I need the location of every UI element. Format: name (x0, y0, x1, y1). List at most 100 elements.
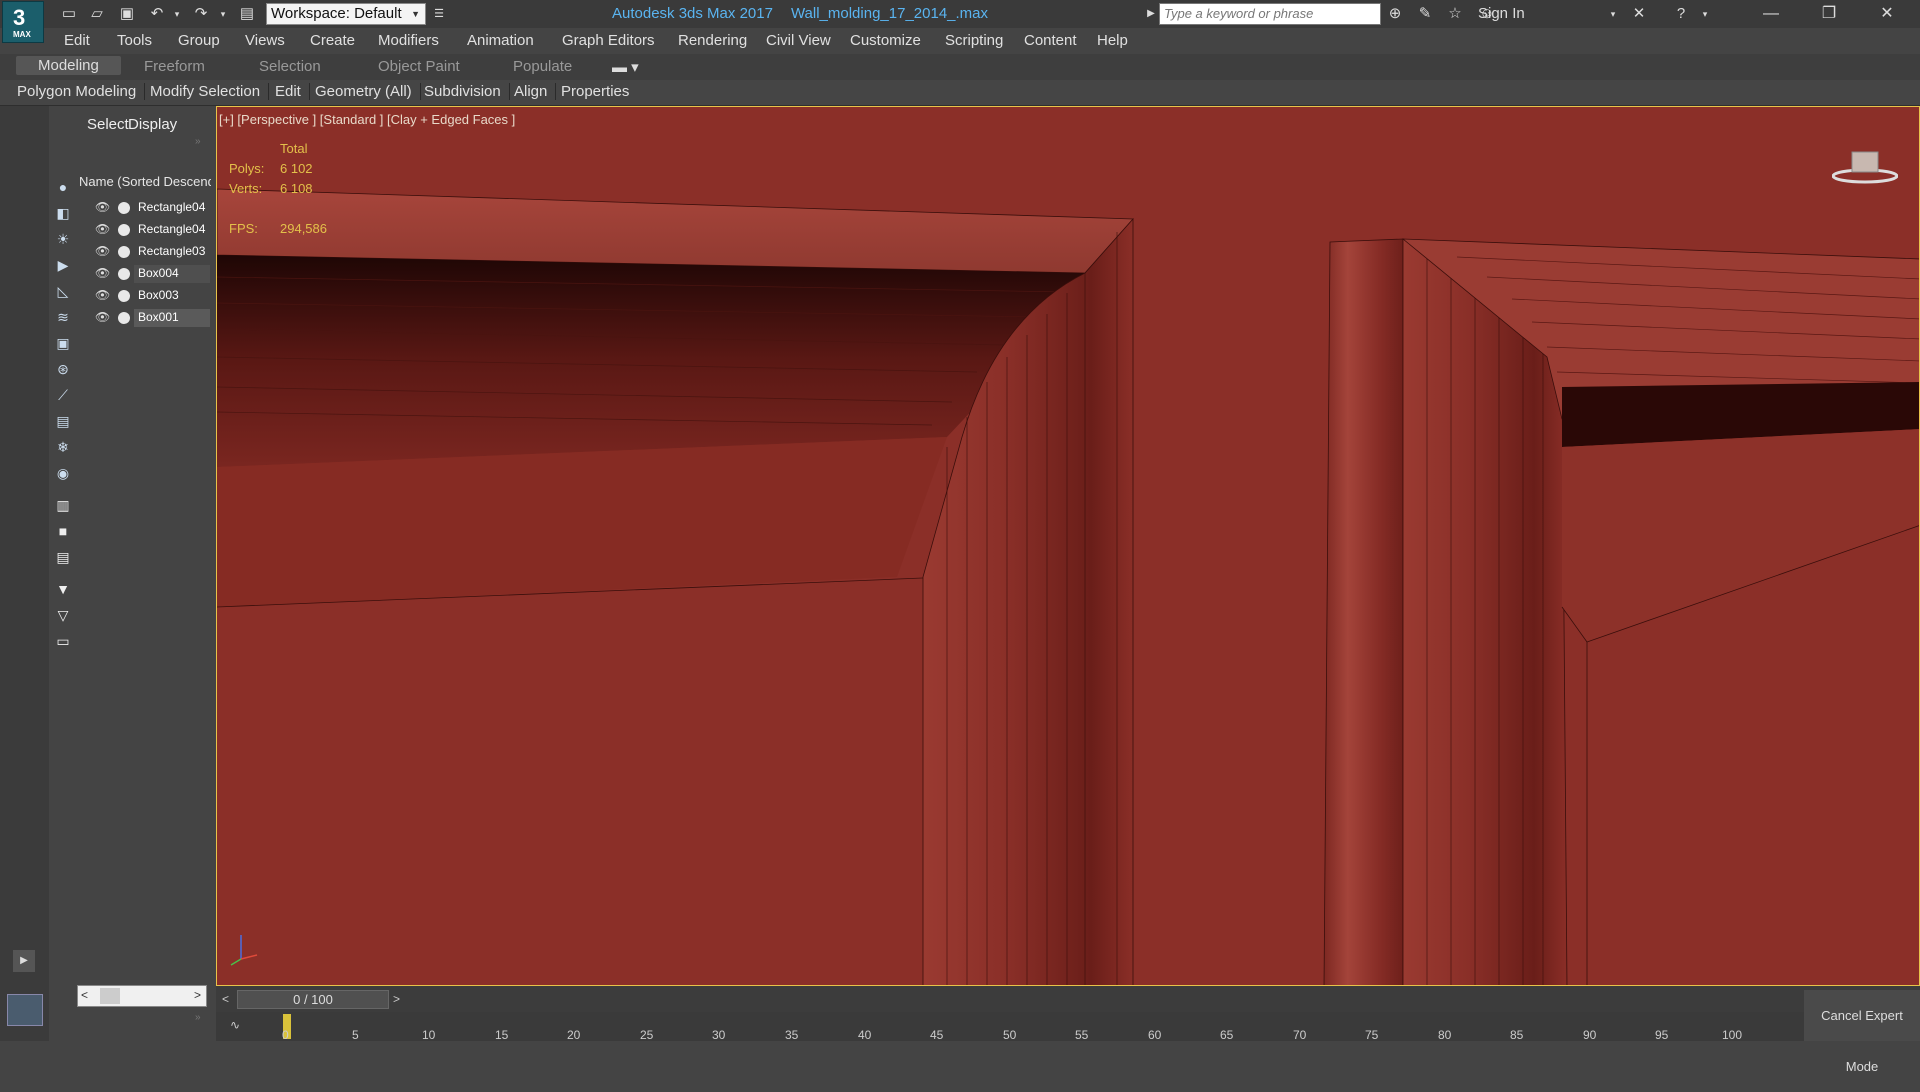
undo-dropdown-icon[interactable]: ▾ (166, 4, 188, 24)
menu-content[interactable]: Content (1024, 32, 1077, 49)
panel-edit[interactable]: Edit (275, 83, 310, 100)
freeze-toggle-icon[interactable] (118, 202, 130, 214)
quick-access-customize-icon[interactable]: ☰ (428, 4, 450, 24)
list-item[interactable]: 👁 Rectangle04 (77, 220, 209, 240)
display-all-icon[interactable]: ▥ (54, 496, 72, 514)
list-item[interactable]: 👁 Rectangle04 (77, 198, 209, 218)
collapse-arrows-icon[interactable]: » (195, 1012, 201, 1023)
lights-filter-icon[interactable]: ☀ (54, 230, 72, 248)
eye-icon[interactable]: 👁 (95, 222, 111, 236)
freeze-toggle-icon[interactable] (118, 224, 130, 236)
mini-listener[interactable] (0, 986, 49, 1041)
tab-object-paint[interactable]: Object Paint (378, 58, 460, 75)
tab-display[interactable]: Display (128, 116, 177, 133)
tab-freeform[interactable]: Freeform (144, 58, 205, 75)
filter-options-icon[interactable]: ▼ (54, 580, 72, 598)
display-none-icon[interactable]: ■ (54, 522, 72, 540)
binoculars-icon[interactable]: ⊕ (1384, 4, 1406, 24)
curve-editor-icon[interactable]: ∿ (230, 1018, 240, 1032)
helpers-filter-icon[interactable]: ◺ (54, 282, 72, 300)
freeze-toggle-icon[interactable] (118, 268, 130, 280)
ribbon-options-icon[interactable]: ▬ ▾ (612, 58, 639, 76)
geometry-filter-icon[interactable]: ● (54, 178, 72, 196)
minimize-button[interactable]: — (1742, 0, 1800, 28)
tab-selection[interactable]: Selection (259, 58, 321, 75)
menu-tools[interactable]: Tools (117, 32, 152, 49)
open-file-icon[interactable]: ▱ (86, 4, 108, 24)
scroll-left-icon[interactable]: < (81, 988, 88, 1002)
column-header-name[interactable]: Name (Sorted Descending) (79, 174, 211, 189)
menu-rendering[interactable]: Rendering (678, 32, 747, 49)
menu-create[interactable]: Create (310, 32, 355, 49)
menu-customize[interactable]: Customize (850, 32, 921, 49)
help-dropdown-icon[interactable]: ▾ (1694, 4, 1716, 24)
eye-icon[interactable]: 👁 (95, 310, 111, 324)
panel-geometry-all[interactable]: Geometry (All) (315, 83, 421, 100)
object-name[interactable]: Rectangle04 (134, 221, 210, 239)
menu-help[interactable]: Help (1097, 32, 1128, 49)
eye-icon[interactable]: 👁 (95, 200, 111, 214)
eye-icon[interactable]: 👁 (95, 244, 111, 258)
prev-frame-icon[interactable]: < (222, 992, 229, 1006)
object-name[interactable]: Box001 (134, 309, 210, 327)
next-frame-icon[interactable]: > (393, 992, 400, 1006)
help-icon[interactable]: ? (1670, 4, 1692, 24)
cameras-filter-icon[interactable]: ▶ (54, 256, 72, 274)
eye-icon[interactable]: 👁 (95, 266, 111, 280)
expand-panel-icon[interactable]: ▶ (13, 950, 35, 972)
list-item[interactable]: 👁 Box003 (77, 286, 209, 306)
containers-filter-icon[interactable]: ▤ (54, 412, 72, 430)
redo-icon[interactable]: ↷ (190, 4, 212, 24)
xrefs-filter-icon[interactable]: ⊛ (54, 360, 72, 378)
panel-modify-selection[interactable]: Modify Selection (150, 83, 270, 100)
menu-civil-view[interactable]: Civil View (766, 32, 831, 49)
sign-in-dropdown-icon[interactable]: ▾ (1602, 4, 1624, 24)
invert-display-icon[interactable]: ▤ (54, 548, 72, 566)
menu-animation[interactable]: Animation (467, 32, 534, 49)
panel-align[interactable]: Align (514, 83, 557, 100)
object-name[interactable]: Rectangle03 (134, 243, 210, 261)
object-name[interactable]: Rectangle04 (134, 199, 210, 217)
list-item[interactable]: 👁 Box004 (77, 264, 210, 284)
menu-views[interactable]: Views (245, 32, 285, 49)
favorites-star-icon[interactable]: ☆ (1444, 4, 1466, 24)
restore-button[interactable]: ❐ (1800, 0, 1858, 28)
menu-group[interactable]: Group (178, 32, 220, 49)
close-button[interactable]: ✕ (1858, 0, 1916, 28)
shapes-filter-icon[interactable]: ◧ (54, 204, 72, 222)
bones-filter-icon[interactable]: ⟋ (54, 386, 72, 404)
hidden-filter-icon[interactable]: ◉ (54, 464, 72, 482)
search-input[interactable]: Type a keyword or phrase (1159, 3, 1381, 25)
tab-modeling[interactable]: Modeling (16, 56, 121, 75)
viewcube-icon[interactable] (1832, 146, 1898, 184)
panel-polygon-modeling[interactable]: Polygon Modeling (17, 83, 146, 100)
time-slider[interactable]: 0 / 100 (237, 990, 389, 1009)
object-name[interactable]: Box003 (134, 287, 210, 305)
freeze-toggle-icon[interactable] (118, 246, 130, 258)
scroll-thumb[interactable] (100, 988, 120, 1004)
sign-in-button[interactable]: Sign In (1478, 5, 1525, 22)
undo-icon[interactable]: ↶ (146, 4, 168, 24)
list-item[interactable]: 👁 Box001 (77, 308, 210, 328)
tab-select[interactable]: Select (87, 116, 129, 133)
eye-icon[interactable]: 👁 (95, 288, 111, 302)
app-logo-button[interactable]: 3 MAX (2, 1, 44, 43)
project-folder-icon[interactable]: ▤ (236, 4, 258, 24)
freeze-toggle-icon[interactable] (118, 312, 130, 324)
menu-graph-editors[interactable]: Graph Editors (562, 32, 655, 49)
new-file-icon[interactable]: ▭ (58, 4, 80, 24)
collapse-arrows-icon[interactable]: » (195, 136, 201, 147)
groups-filter-icon[interactable]: ▣ (54, 334, 72, 352)
maxscript-listener-box[interactable] (7, 994, 43, 1026)
panel-properties[interactable]: Properties (561, 83, 637, 100)
redo-dropdown-icon[interactable]: ▾ (212, 4, 234, 24)
cancel-expert-mode-button[interactable]: Cancel Expert Mode (1804, 990, 1920, 1074)
panel-subdivision[interactable]: Subdivision (424, 83, 510, 100)
communication-center-icon[interactable]: ✎ (1414, 4, 1436, 24)
tab-populate[interactable]: Populate (513, 58, 572, 75)
freeze-toggle-icon[interactable] (118, 290, 130, 302)
exchange-apps-icon[interactable]: ✕ (1628, 4, 1650, 24)
menu-modifiers[interactable]: Modifiers (378, 32, 439, 49)
viewport-label-menu[interactable]: [+] [Perspective ] [Standard ] [Clay + E… (219, 112, 515, 127)
explorer-horizontal-scrollbar[interactable]: < > (77, 985, 207, 1007)
